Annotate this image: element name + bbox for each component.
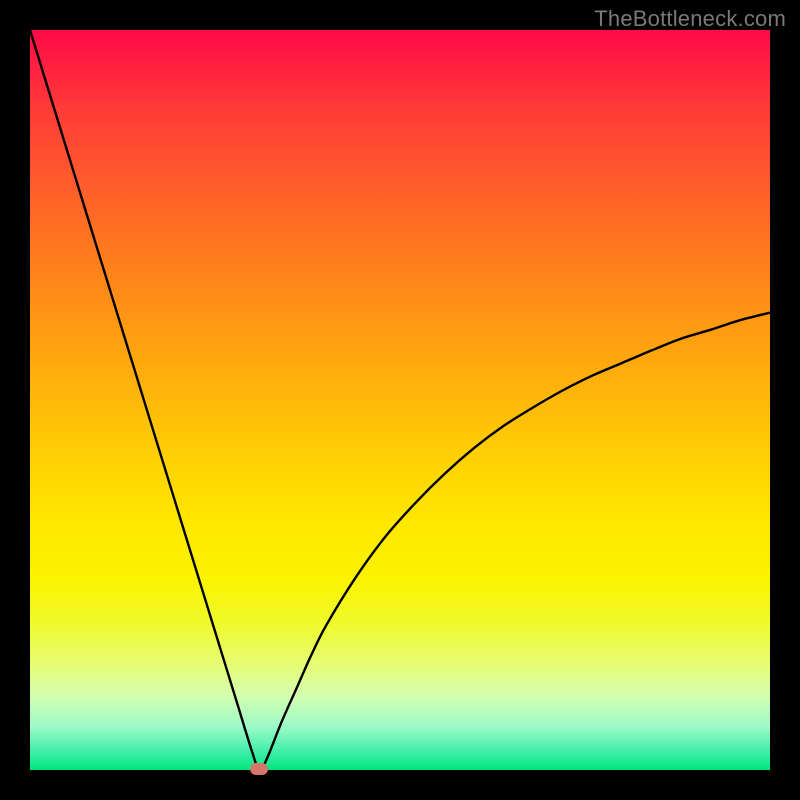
- bottleneck-curve: [30, 30, 770, 770]
- chart-plot-area: [30, 30, 770, 770]
- watermark-text: TheBottleneck.com: [594, 6, 786, 32]
- minimum-marker: [250, 763, 268, 775]
